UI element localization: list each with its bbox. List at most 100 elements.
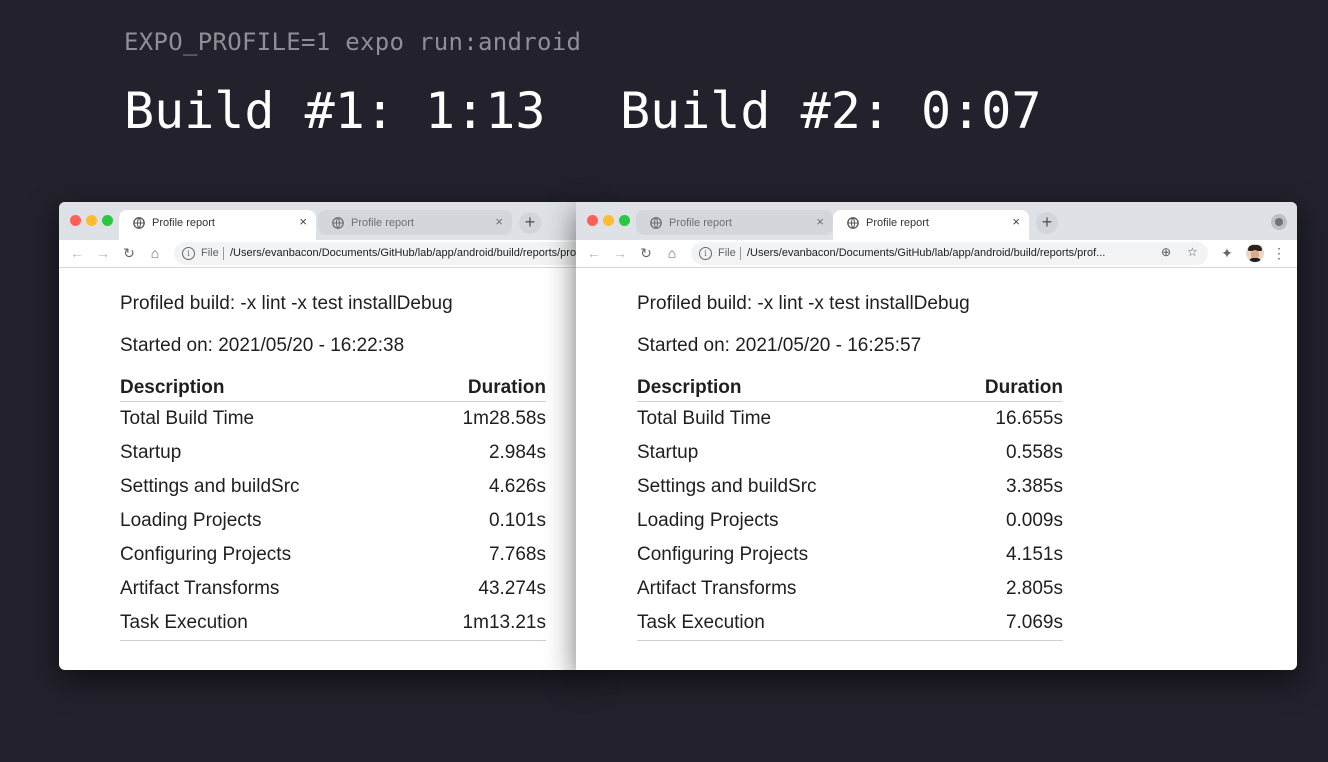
header-duration: Duration <box>467 377 546 398</box>
close-icon[interactable]: × <box>299 215 307 229</box>
new-tab-button[interactable]: + <box>519 212 541 234</box>
row-description: Startup <box>637 442 699 463</box>
table-row: Task Execution 1m13.21s <box>120 606 546 640</box>
row-description: Artifact Transforms <box>637 578 797 599</box>
address-bar[interactable]: i File /Users/evanbacon/Documents/GitHub… <box>691 242 1208 265</box>
new-tab-button[interactable]: + <box>1036 212 1058 234</box>
tab-profile-report-1[interactable]: Profile report × <box>119 210 316 240</box>
build-2-time: Build #2: 0:07 <box>620 82 1042 140</box>
back-icon[interactable]: ← <box>68 244 86 262</box>
tab-profile-report-2[interactable]: Profile report × <box>833 210 1029 240</box>
close-window-button[interactable] <box>587 215 598 226</box>
tab-strip: Profile report × Profile report × + <box>59 202 589 240</box>
row-description: Loading Projects <box>637 510 779 531</box>
table-row: Configuring Projects 4.151s <box>637 538 1063 572</box>
tab-title: Profile report <box>866 217 929 229</box>
minimize-window-button[interactable] <box>603 215 614 226</box>
duration-table: Description Duration Total Build Time 16.… <box>637 376 1063 641</box>
close-icon[interactable]: × <box>1012 215 1020 229</box>
table-header: Description Duration <box>637 376 1063 402</box>
row-duration: 2.984s <box>488 442 546 463</box>
back-icon[interactable]: ← <box>585 244 603 262</box>
menu-icon[interactable]: ⋮ <box>1270 244 1288 262</box>
globe-icon <box>847 217 859 229</box>
table-row: Artifact Transforms 43.274s <box>120 572 546 606</box>
row-duration: 43.274s <box>478 578 546 599</box>
maximize-window-button[interactable] <box>102 215 113 226</box>
avatar[interactable] <box>1246 244 1264 262</box>
row-duration: 0.558s <box>1005 442 1063 463</box>
close-window-button[interactable] <box>70 215 81 226</box>
browser-toolbar: ← → ↻ ⌂ i File /Users/evanbacon/Document… <box>59 240 589 268</box>
home-icon[interactable]: ⌂ <box>146 244 164 262</box>
close-icon[interactable]: × <box>816 215 824 229</box>
report-content: Profiled build: -x lint -x test installD… <box>120 267 589 670</box>
tab-title: Profile report <box>152 217 215 229</box>
close-icon[interactable]: × <box>495 215 503 229</box>
info-icon[interactable]: i <box>182 247 195 260</box>
tab-profile-report-1[interactable]: Profile report × <box>636 210 833 235</box>
table-row: Total Build Time 1m28.58s <box>120 402 546 436</box>
zoom-icon[interactable]: ⊕ <box>1161 245 1171 259</box>
forward-icon[interactable]: → <box>94 244 112 262</box>
row-description: Task Execution <box>637 612 765 633</box>
row-duration: 16.655s <box>995 408 1063 429</box>
row-description: Total Build Time <box>120 408 255 429</box>
build-1-time: Build #1: 1:13 <box>124 82 546 140</box>
row-description: Configuring Projects <box>637 544 809 565</box>
address-url[interactable]: /Users/evanbacon/Documents/GitHub/lab/ap… <box>230 247 589 259</box>
address-url[interactable]: /Users/evanbacon/Documents/GitHub/lab/ap… <box>747 247 1105 259</box>
row-description: Settings and buildSrc <box>637 476 817 497</box>
duration-table: Description Duration Total Build Time 1m2… <box>120 376 546 641</box>
table-body: Total Build Time 16.655s Startup 0.558s Se… <box>637 402 1063 641</box>
row-description: Startup <box>120 442 182 463</box>
browser-window-1: Profile report × Profile report × + ← → … <box>59 202 589 670</box>
info-icon[interactable]: i <box>699 247 712 260</box>
row-description: Artifact Transforms <box>120 578 280 599</box>
row-duration: 3.385s <box>1005 476 1063 497</box>
row-duration: 1m13.21s <box>462 612 546 633</box>
browser-toolbar: ← → ↻ ⌂ i File /Users/evanbacon/Document… <box>576 240 1297 268</box>
minimize-window-button[interactable] <box>86 215 97 226</box>
table-row: Settings and buildSrc 3.385s <box>637 470 1063 504</box>
table-row: Artifact Transforms 2.805s <box>637 572 1063 606</box>
row-duration: 7.069s <box>1005 612 1063 633</box>
forward-icon[interactable]: → <box>611 244 629 262</box>
header-duration: Duration <box>984 377 1063 398</box>
extensions-icon[interactable]: ✦ <box>1218 244 1236 262</box>
globe-icon <box>133 217 145 229</box>
row-duration: 4.626s <box>488 476 546 497</box>
address-scheme: File <box>718 247 736 259</box>
tab-title: Profile report <box>351 217 414 229</box>
table-row: Settings and buildSrc 4.626s <box>120 470 546 504</box>
table-header: Description Duration <box>120 376 546 402</box>
maximize-window-button[interactable] <box>619 215 630 226</box>
table-row: Loading Projects 0.009s <box>637 504 1063 538</box>
globe-icon <box>650 217 662 229</box>
table-row: Task Execution 7.069s <box>637 606 1063 640</box>
star-icon[interactable]: ☆ <box>1187 245 1198 259</box>
profiled-build-text: Profiled build: -x lint -x test installD… <box>637 293 970 314</box>
browser-window-2: Profile report × Profile report × + ← → … <box>576 202 1297 670</box>
row-description: Total Build Time <box>637 408 772 429</box>
terminal-command: EXPO_PROFILE=1 expo run:android <box>124 28 582 56</box>
address-scheme: File <box>201 247 219 259</box>
header-description: Description <box>120 377 225 398</box>
reload-icon[interactable]: ↻ <box>637 244 655 262</box>
reload-icon[interactable]: ↻ <box>120 244 138 262</box>
table-row: Configuring Projects 7.768s <box>120 538 546 572</box>
row-duration: 0.009s <box>1005 510 1063 531</box>
tab-search-icon[interactable] <box>1271 214 1287 230</box>
row-duration: 4.151s <box>1005 544 1063 565</box>
profiled-build-text: Profiled build: -x lint -x test installD… <box>120 293 453 314</box>
tab-profile-report-2[interactable]: Profile report × <box>318 210 512 235</box>
started-on-text: Started on: 2021/05/20 - 16:25:57 <box>637 335 922 356</box>
header-description: Description <box>637 377 742 398</box>
address-divider <box>740 247 741 260</box>
home-icon[interactable]: ⌂ <box>663 244 681 262</box>
table-row: Startup 0.558s <box>637 436 1063 470</box>
row-duration: 0.101s <box>488 510 546 531</box>
started-on-text: Started on: 2021/05/20 - 16:22:38 <box>120 335 405 356</box>
address-bar[interactable]: i File /Users/evanbacon/Documents/GitHub… <box>174 242 589 265</box>
row-duration: 2.805s <box>1005 578 1063 599</box>
